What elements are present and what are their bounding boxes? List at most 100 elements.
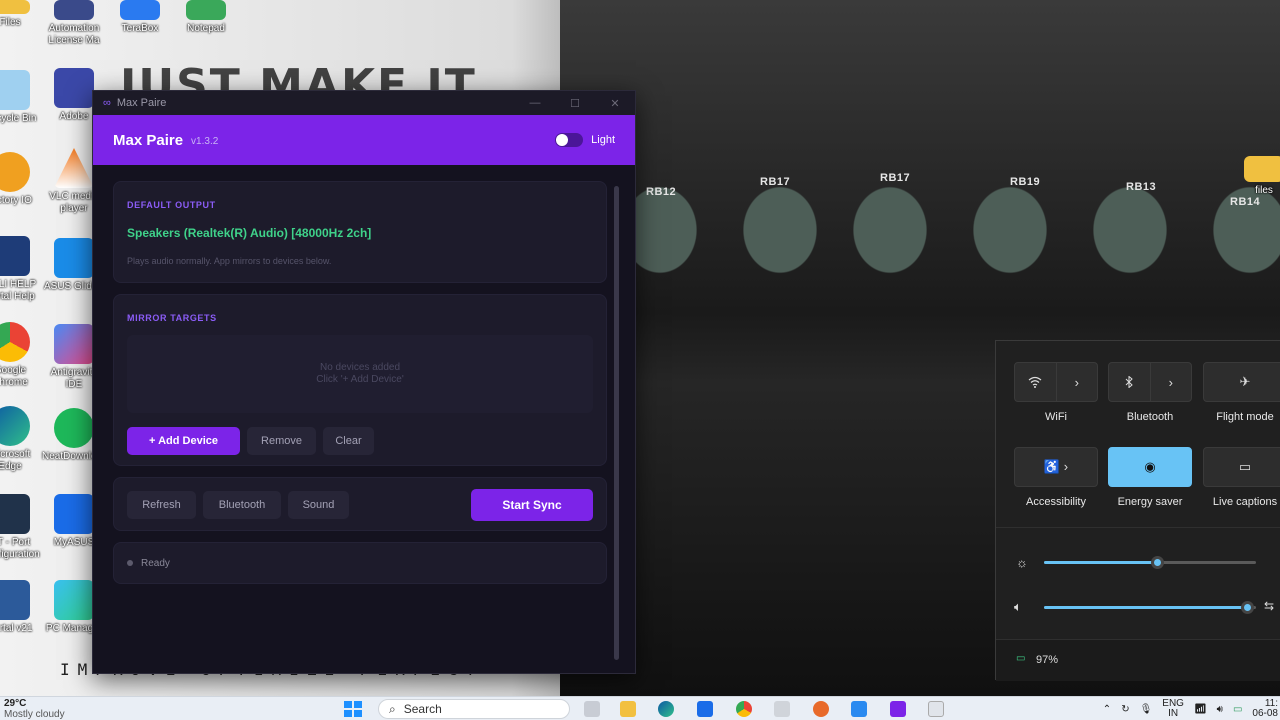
brightness-slider[interactable] bbox=[1044, 556, 1256, 569]
volume-thumb[interactable] bbox=[1241, 601, 1254, 614]
sync-icon[interactable]: ↻ bbox=[1121, 704, 1129, 715]
bluetooth-chevron-right-icon[interactable]: › bbox=[1149, 363, 1192, 401]
refresh-button[interactable]: Refresh bbox=[127, 491, 196, 519]
max-paire-taskbar-icon[interactable] bbox=[890, 701, 906, 717]
audio-output-selector-icon[interactable]: ⇆ bbox=[1264, 599, 1274, 613]
desktop-icon-chrome[interactable]: Google Chrome bbox=[0, 322, 42, 389]
desktop-icon-notepad[interactable]: Notepad bbox=[174, 0, 238, 35]
wifi-icon[interactable] bbox=[1015, 363, 1056, 401]
default-output-device: Speakers (Realtek(R) Audio) [48000Hz 2ch… bbox=[127, 226, 372, 240]
start-sync-button[interactable]: Start Sync bbox=[471, 489, 593, 521]
empty-state-hint: Click '+ Add Device' bbox=[316, 374, 404, 385]
portal-icon bbox=[0, 580, 30, 620]
microphone-icon[interactable]: 🎙︎ bbox=[1140, 704, 1153, 715]
remove-button[interactable]: Remove bbox=[247, 427, 316, 455]
desktop-icon-portal[interactable]: Portal v21 bbox=[0, 580, 42, 635]
automation-icon bbox=[54, 0, 94, 20]
search-placeholder: Search bbox=[403, 702, 442, 716]
desktop-icon-edge[interactable]: Microsoft Edge bbox=[0, 406, 42, 473]
chrome-icon bbox=[0, 322, 30, 362]
edge-icon bbox=[0, 406, 30, 446]
help-portal-icon bbox=[0, 236, 30, 276]
desktop-icon-files[interactable]: Files bbox=[0, 0, 42, 29]
chrome-icon[interactable] bbox=[736, 701, 752, 717]
snipping-tool-icon[interactable] bbox=[928, 701, 944, 717]
accessibility-tile[interactable]: ♿ › bbox=[1014, 447, 1098, 487]
status-text: Ready bbox=[141, 557, 170, 569]
taskbar-search[interactable]: ⌕ Search bbox=[378, 699, 570, 719]
language-indicator[interactable]: ENG IN bbox=[1162, 699, 1184, 719]
weather-widget[interactable]: 29°C Mostly cloudy bbox=[4, 698, 65, 720]
adobe-icon bbox=[54, 68, 94, 108]
system-tray: ⌃ ↻ 🎙︎ ENG IN 📶︎ 🔊︎ ▭ 11: 06-08 bbox=[1103, 697, 1280, 720]
accessibility-icon[interactable]: ♿ › bbox=[1015, 448, 1097, 486]
desktop-icon-victory[interactable]: Victory IO bbox=[0, 152, 42, 207]
close-button[interactable]: ✕ bbox=[595, 91, 635, 115]
device-list[interactable]: No devices added Click '+ Add Device' bbox=[127, 335, 593, 413]
neat-download-icon bbox=[54, 408, 94, 448]
volume-tray-icon[interactable]: 🔊︎ bbox=[1217, 704, 1223, 715]
mirror-targets-card: MIRROR TARGETS No devices added Click '+… bbox=[113, 294, 607, 466]
bell-label: RB17 bbox=[760, 176, 791, 188]
desktop-icon-terabox[interactable]: TeraBox bbox=[108, 0, 172, 35]
mail-icon[interactable] bbox=[697, 701, 713, 717]
battery-icon[interactable]: ▭ bbox=[1016, 653, 1025, 664]
bell-label: RB14 bbox=[1230, 196, 1261, 208]
file-explorer-icon[interactable] bbox=[620, 701, 636, 717]
wifi-tray-icon[interactable]: 📶︎ bbox=[1194, 704, 1207, 715]
bluetooth-icon[interactable] bbox=[1109, 363, 1150, 401]
bell-label: RB13 bbox=[1126, 181, 1157, 193]
brightness-thumb[interactable] bbox=[1151, 556, 1164, 569]
bell-label: RB19 bbox=[1010, 176, 1041, 188]
claude-icon[interactable] bbox=[813, 701, 829, 717]
notepad-icon[interactable] bbox=[774, 701, 790, 717]
minimize-button[interactable]: — bbox=[515, 91, 555, 115]
status-card: Ready bbox=[113, 542, 607, 584]
bluetooth-tile[interactable]: › bbox=[1108, 362, 1192, 402]
maximize-button[interactable]: ☐ bbox=[555, 91, 595, 115]
wifi-chevron-right-icon[interactable]: › bbox=[1055, 363, 1098, 401]
pc-manager-icon bbox=[54, 580, 94, 620]
theme-toggle[interactable] bbox=[555, 133, 584, 147]
bluetooth-label: Bluetooth bbox=[1126, 411, 1174, 423]
energy-saver-tile[interactable]: ◉ bbox=[1108, 447, 1192, 487]
empty-state-title: No devices added bbox=[319, 362, 401, 373]
theme-toggle-label: Light bbox=[591, 134, 615, 146]
antigravity-icon bbox=[54, 324, 94, 364]
live-captions-tile[interactable]: ▭ bbox=[1203, 447, 1280, 487]
mirror-targets-label: MIRROR TARGETS bbox=[127, 313, 217, 323]
battery-percentage: 97% bbox=[1036, 654, 1059, 666]
desktop-icon-onli-help[interactable]: ONLI HELP Portal Help bbox=[0, 236, 42, 303]
myasus-icon bbox=[54, 494, 94, 534]
volume-slider[interactable] bbox=[1044, 601, 1256, 614]
bluetooth-button[interactable]: Bluetooth bbox=[203, 491, 281, 519]
folder-icon bbox=[1244, 156, 1280, 182]
desktop-icon-ct-port[interactable]: CT - Port Configuration bbox=[0, 494, 42, 561]
vlc-cone-icon bbox=[54, 148, 94, 188]
qs-footer: ▭ 97% bbox=[996, 639, 1280, 681]
qs-divider bbox=[996, 527, 1280, 528]
window-titlebar[interactable]: ∞ Max Paire — ☐ ✕ bbox=[93, 91, 635, 115]
energy-saver-icon: ◉ bbox=[1144, 459, 1156, 474]
content-scrollbar[interactable] bbox=[614, 186, 619, 660]
battery-tray-icon[interactable]: ▭ bbox=[1233, 704, 1242, 715]
default-output-card: DEFAULT OUTPUT Speakers (Realtek(R) Audi… bbox=[113, 181, 607, 283]
app-logo-icon: ∞ bbox=[103, 97, 111, 109]
default-output-hint: Plays audio normally. App mirrors to dev… bbox=[127, 256, 332, 266]
clear-button[interactable]: Clear bbox=[323, 427, 374, 455]
task-view-icon[interactable] bbox=[584, 701, 600, 717]
clock[interactable]: 11: 06-08 bbox=[1252, 699, 1278, 719]
sound-button[interactable]: Sound bbox=[288, 491, 349, 519]
accessibility-label: Accessibility bbox=[1026, 496, 1086, 508]
flight-mode-tile[interactable]: ✈ bbox=[1203, 362, 1280, 402]
flight-mode-label: Flight mode bbox=[1216, 411, 1274, 423]
desktop-icon-recycle-bin[interactable]: Recycle Bin bbox=[0, 70, 42, 125]
teams-icon[interactable] bbox=[851, 701, 867, 717]
show-hidden-icons-icon[interactable]: ⌃ bbox=[1103, 704, 1111, 715]
add-device-button[interactable]: + Add Device bbox=[127, 427, 240, 455]
start-button[interactable] bbox=[344, 701, 362, 717]
desktop-icon-files-right[interactable]: files bbox=[1232, 156, 1280, 197]
wifi-tile[interactable]: › bbox=[1014, 362, 1098, 402]
desktop-icon-automation[interactable]: Automation License Ma bbox=[42, 0, 106, 47]
edge-icon[interactable] bbox=[658, 701, 674, 717]
